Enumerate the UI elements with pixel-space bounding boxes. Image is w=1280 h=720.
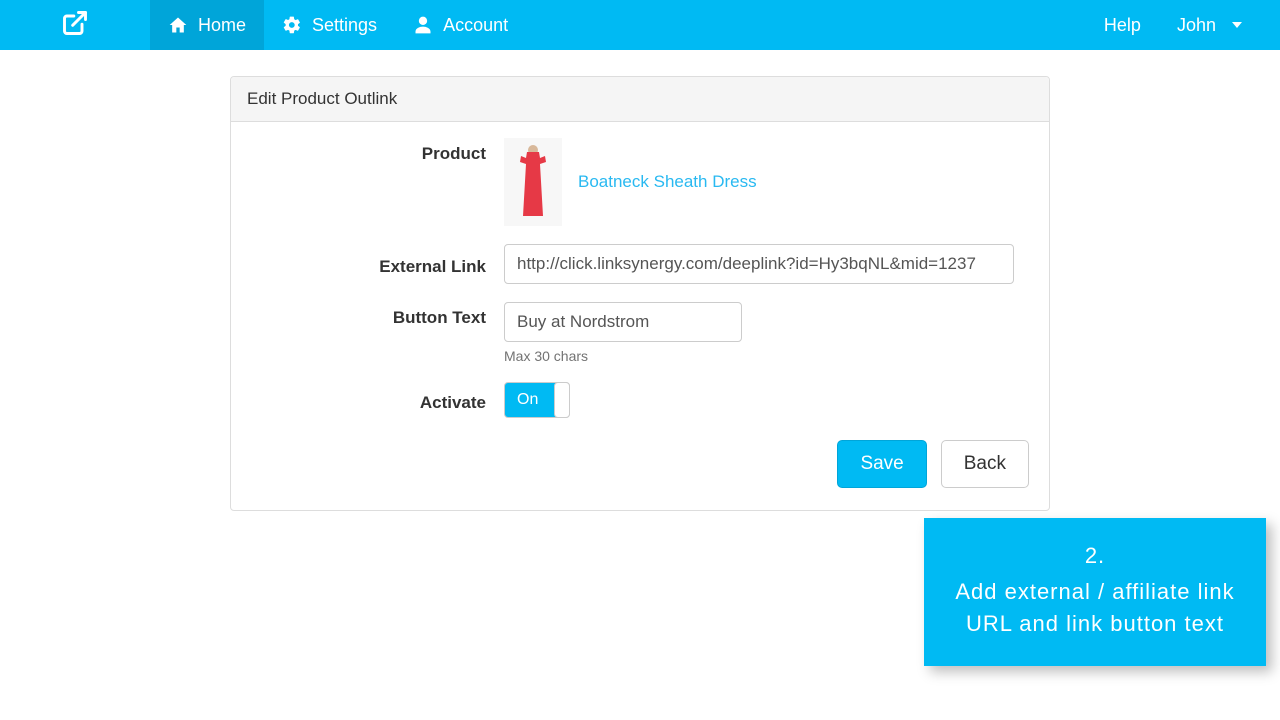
product-label: Product — [249, 138, 504, 164]
back-button[interactable]: Back — [941, 440, 1029, 488]
nav-account-label: Account — [443, 15, 508, 36]
panel-body: Product Boatneck Sheath Dress External L… — [231, 122, 1049, 510]
product-thumbnail — [504, 138, 562, 226]
brand-logo[interactable] — [0, 0, 150, 50]
row-external-link: External Link — [249, 244, 1031, 284]
edit-panel: Edit Product Outlink Product Boatneck Sh… — [230, 76, 1050, 511]
nav-user-menu[interactable]: John — [1159, 0, 1260, 50]
activate-label: Activate — [249, 387, 504, 413]
callout-number: 2. — [950, 540, 1240, 572]
nav-help-label: Help — [1104, 15, 1141, 36]
row-activate: Activate On — [249, 382, 1031, 418]
nav-right: Help John — [1086, 0, 1280, 50]
navbar: Home Settings Account Help John — [0, 0, 1280, 50]
button-text-input[interactable] — [504, 302, 742, 342]
activate-toggle[interactable]: On — [504, 382, 570, 418]
row-product: Product Boatneck Sheath Dress — [249, 138, 1031, 226]
nav-user-label: John — [1177, 15, 1216, 36]
instruction-callout: 2. Add external / affiliate link URL and… — [924, 518, 1266, 666]
nav-settings[interactable]: Settings — [264, 0, 395, 50]
callout-text: Add external / affiliate link URL and li… — [955, 579, 1234, 636]
chevron-down-icon — [1232, 22, 1242, 28]
panel-actions: Save Back — [249, 436, 1031, 490]
product-name-link[interactable]: Boatneck Sheath Dress — [578, 172, 757, 192]
nav-home[interactable]: Home — [150, 0, 264, 50]
button-text-help: Max 30 chars — [504, 348, 1031, 364]
user-icon — [413, 15, 433, 35]
row-button-text: Button Text Max 30 chars — [249, 302, 1031, 364]
save-button[interactable]: Save — [837, 440, 926, 488]
nav-left: Home Settings Account — [0, 0, 526, 50]
home-icon — [168, 15, 188, 35]
activate-toggle-label: On — [505, 391, 538, 409]
nav-help[interactable]: Help — [1086, 0, 1159, 50]
toggle-handle — [554, 382, 570, 418]
nav-settings-label: Settings — [312, 15, 377, 36]
product-display: Boatneck Sheath Dress — [504, 138, 1031, 226]
external-link-label: External Link — [249, 251, 504, 277]
gear-icon — [282, 15, 302, 35]
nav-home-label: Home — [198, 15, 246, 36]
external-link-icon — [61, 9, 89, 42]
external-link-input[interactable] — [504, 244, 1014, 284]
panel-title: Edit Product Outlink — [231, 77, 1049, 122]
nav-account[interactable]: Account — [395, 0, 526, 50]
dress-image-icon — [513, 142, 553, 222]
button-text-label: Button Text — [249, 302, 504, 328]
